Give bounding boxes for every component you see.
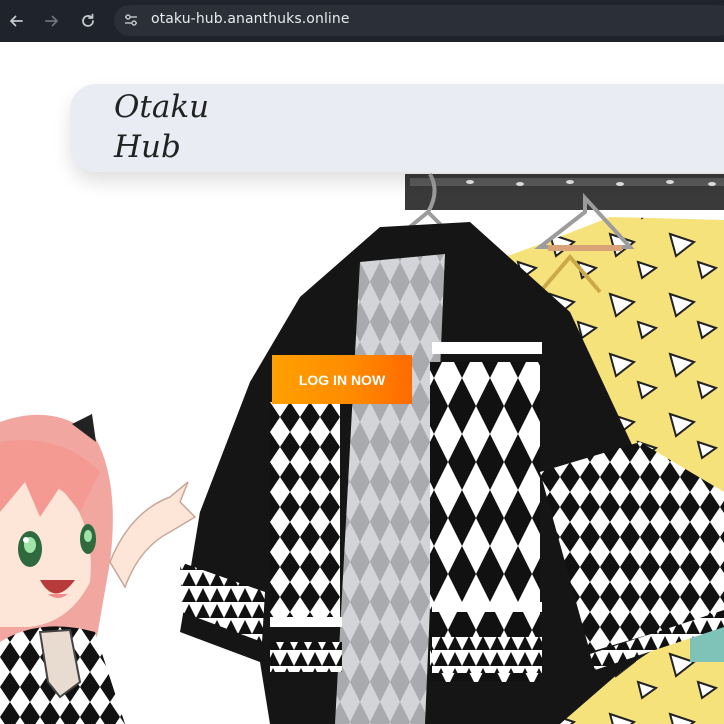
logo-line-1: Otaku bbox=[114, 89, 210, 125]
browser-toolbar: otaku-hub.ananthuks.online bbox=[0, 0, 724, 42]
site-settings-icon[interactable] bbox=[121, 10, 141, 30]
page-content: Otaku Hub LOG IN NOW bbox=[0, 42, 724, 724]
character bbox=[0, 414, 197, 724]
logo-line-2: Hub bbox=[114, 129, 181, 165]
login-button[interactable]: LOG IN NOW bbox=[272, 355, 412, 404]
back-arrow-icon[interactable] bbox=[4, 9, 28, 33]
url-text[interactable]: otaku-hub.ananthuks.online bbox=[151, 11, 350, 27]
forward-arrow-icon[interactable] bbox=[40, 9, 64, 33]
site-logo[interactable]: Otaku Hub bbox=[114, 87, 209, 167]
reload-icon[interactable] bbox=[76, 9, 100, 33]
